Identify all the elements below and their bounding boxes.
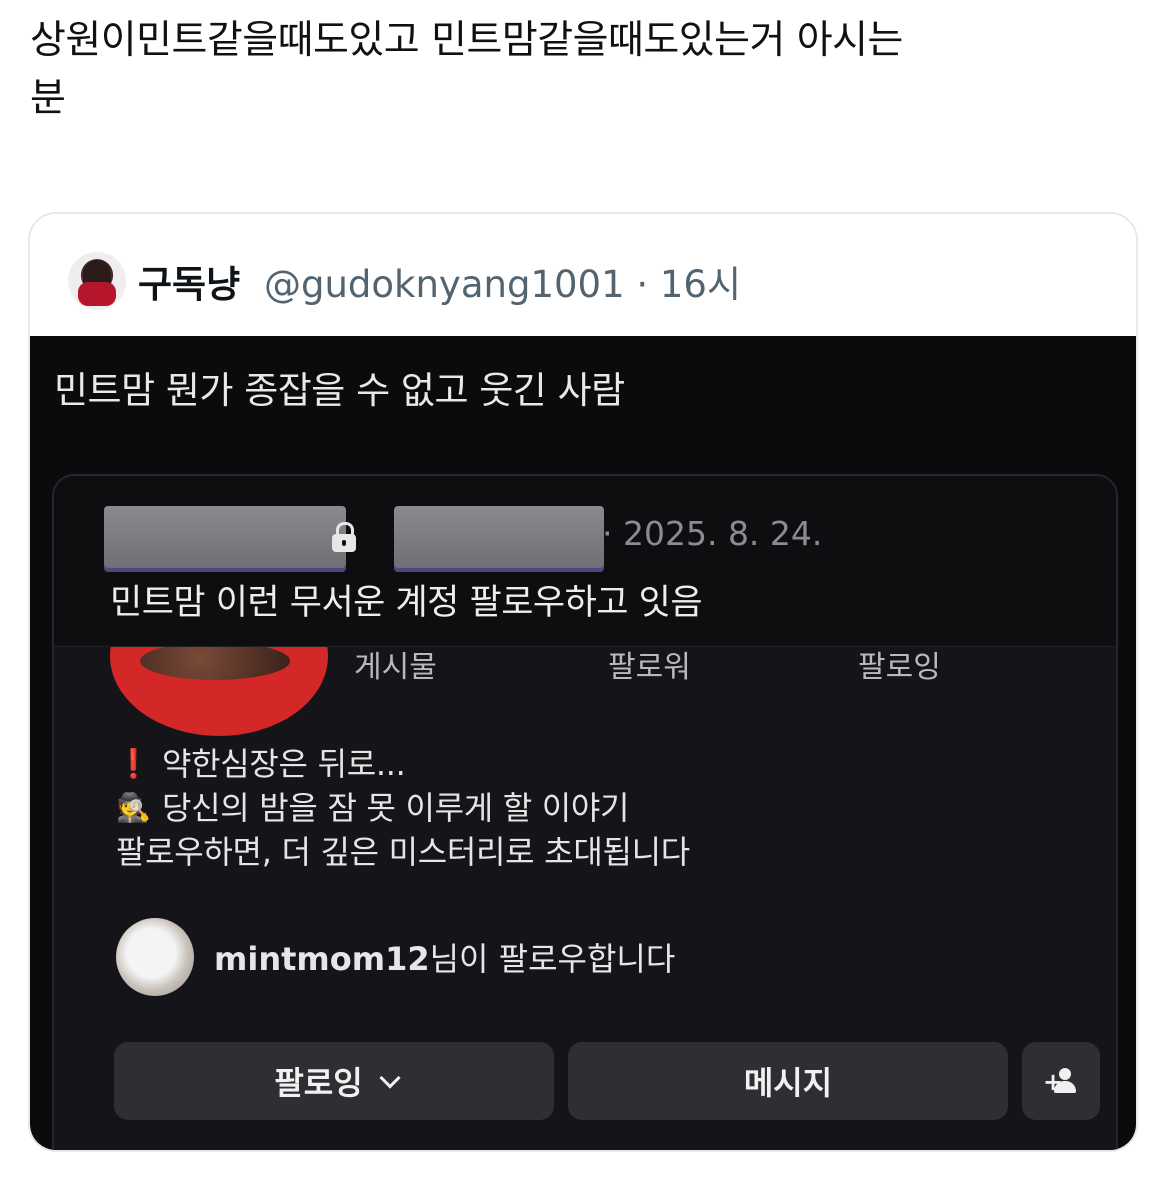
quote-media-screenshot[interactable]: 민트맘 뭔가 종잡을 수 없고 웃긴 사람 게시물 팔로워 팔로잉 · 2025… (30, 336, 1136, 1150)
profile-picture-cookie (140, 642, 290, 680)
message-button[interactable]: 메시지 (568, 1042, 1008, 1120)
bio-text: 약한심장은 뒤로... (162, 745, 406, 783)
bio-line: 🕵 당신의 밤을 잠 못 이루게 할 이야기 (116, 786, 690, 830)
message-button-label: 메시지 (743, 1064, 833, 1102)
quote-header: 구독냥 @gudoknyang1001 · 16시 (30, 214, 1136, 336)
follower-avatar[interactable] (116, 918, 194, 996)
detective-icon: 🕵 (116, 791, 151, 824)
redacted-name-block (104, 506, 346, 568)
profile-bio: ❗ 약한심장은 뒤로... 🕵 당신의 밤을 잠 못 이루게 할 이야기 팔로우… (116, 742, 690, 874)
exclamation-icon: ❗ (116, 747, 151, 780)
inner-post-card: 게시물 팔로워 팔로잉 · 2025. 8. 24. 민트맘 이런 무서운 계정… (52, 474, 1118, 1150)
tweet-text: 상원이민트같을때도있고 민트맘같을때도있는거 아시는 분 (30, 12, 1130, 128)
stat-following-label: 팔로잉 (858, 650, 941, 685)
add-user-icon: + (1043, 1068, 1079, 1094)
bio-line: ❗ 약한심장은 뒤로... (116, 742, 690, 786)
stat-posts-label: 게시물 (354, 650, 437, 685)
lock-icon (332, 522, 356, 552)
media-caption: 민트맘 뭔가 종잡을 수 없고 웃긴 사람 (54, 369, 625, 412)
chevron-down-icon (379, 1066, 401, 1089)
following-button[interactable]: 팔로잉 (114, 1042, 554, 1120)
avatar-figure-body (78, 282, 116, 306)
quote-tweet-card[interactable]: 구독냥 @gudoknyang1001 · 16시 민트맘 뭔가 종잡을 수 없… (28, 212, 1138, 1152)
avatar[interactable] (68, 252, 126, 310)
inner-post-date: · 2025. 8. 24. (602, 514, 823, 553)
tweet-text-line1: 상원이민트같을때도있고 민트맘같을때도있는거 아시는 (30, 18, 903, 63)
followed-by-text: mintmom12님이 팔로우합니다 (214, 934, 675, 980)
following-button-label: 팔로잉 (274, 1064, 363, 1102)
inner-post-text: 민트맘 이런 무서운 계정 팔로우하고 잇음 (110, 583, 703, 623)
followed-by-suffix: 님이 팔로우합니다 (429, 940, 676, 978)
quote-handle-time[interactable]: @gudoknyang1001 · 16시 (264, 254, 741, 308)
followed-by-row[interactable]: mintmom12님이 팔로우합니다 (116, 918, 675, 996)
stat-followers-label: 팔로워 (608, 650, 691, 685)
tweet-text-line2: 분 (30, 76, 66, 121)
bio-text: 팔로우하면, 더 깊은 미스터리로 초대됩니다 (116, 833, 690, 871)
bio-text: 당신의 밤을 잠 못 이루게 할 이야기 (162, 789, 630, 827)
add-user-button[interactable]: + (1022, 1042, 1100, 1120)
quote-display-name[interactable]: 구독냥 (138, 254, 240, 308)
bio-line: 팔로우하면, 더 깊은 미스터리로 초대됩니다 (116, 830, 690, 874)
followed-by-username[interactable]: mintmom12 (214, 940, 430, 978)
inner-post-header: · 2025. 8. 24. 민트맘 이런 무서운 계정 팔로우하고 잇음 (54, 476, 1116, 647)
redacted-handle-block (394, 506, 604, 568)
